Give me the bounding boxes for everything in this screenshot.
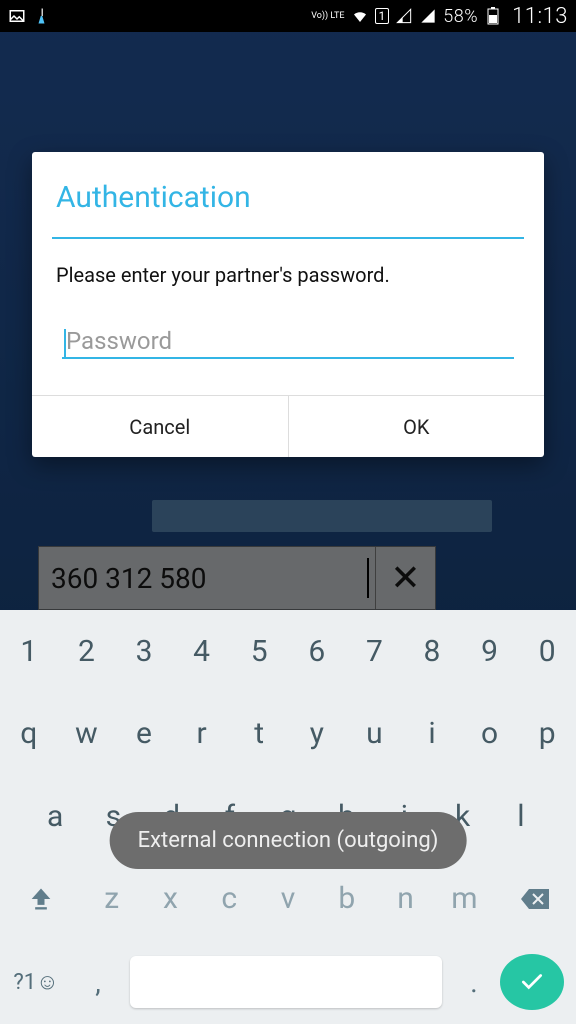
signal-2-icon	[419, 7, 437, 25]
symbols-key[interactable]: ?1☺	[0, 969, 72, 995]
key-e[interactable]: e	[115, 716, 173, 751]
key-a[interactable]: a	[26, 799, 84, 834]
signal-1-icon	[395, 7, 413, 25]
space-key[interactable]	[130, 956, 442, 1008]
key-q[interactable]: q	[0, 716, 58, 751]
key-9[interactable]: 9	[461, 634, 519, 669]
key-o[interactable]: o	[461, 716, 519, 751]
key-6[interactable]: 6	[288, 634, 346, 669]
key-r[interactable]: r	[173, 716, 231, 751]
key-b[interactable]: b	[317, 881, 376, 916]
period-key[interactable]: .	[448, 966, 500, 999]
key-4[interactable]: 4	[173, 634, 231, 669]
authentication-dialog: Authentication Please enter your partner…	[32, 152, 544, 457]
shift-key[interactable]	[0, 885, 82, 913]
key-p[interactable]: p	[518, 716, 576, 751]
key-8[interactable]: 8	[403, 634, 461, 669]
clock: 11:13	[512, 4, 568, 29]
key-y[interactable]: y	[288, 716, 346, 751]
ok-button[interactable]: OK	[288, 396, 545, 457]
key-i[interactable]: i	[403, 716, 461, 751]
password-input[interactable]: Password	[62, 325, 514, 359]
status-bar: Vo)) LTE 1 58% 11:13	[0, 0, 576, 32]
cleaner-icon	[34, 7, 52, 25]
key-3[interactable]: 3	[115, 634, 173, 669]
key-m[interactable]: m	[435, 881, 494, 916]
key-l[interactable]: l	[492, 799, 550, 834]
dialog-message: Please enter your partner's password.	[56, 263, 520, 287]
comma-key[interactable]: ,	[72, 966, 124, 999]
key-w[interactable]: w	[58, 716, 116, 751]
key-5[interactable]: 5	[230, 634, 288, 669]
keyboard-row-qwerty: q w e r t y u i o p	[0, 693, 576, 776]
keyboard-row-bottom: ?1☺ , .	[0, 940, 576, 1024]
volte-icon: Vo)) LTE	[311, 12, 344, 21]
battery-percent: 58%	[443, 6, 478, 27]
enter-key[interactable]	[500, 954, 564, 1010]
picture-icon	[8, 7, 26, 25]
dialog-title: Authentication	[32, 152, 544, 237]
keyboard: 1 2 3 4 5 6 7 8 9 0 q w e r t y u i o p …	[0, 610, 576, 1024]
sim-icon: 1	[375, 8, 390, 24]
keyboard-row-numbers: 1 2 3 4 5 6 7 8 9 0	[0, 610, 576, 693]
key-z[interactable]: z	[82, 881, 141, 916]
cancel-button[interactable]: Cancel	[32, 396, 288, 457]
key-7[interactable]: 7	[346, 634, 404, 669]
key-u[interactable]: u	[346, 716, 404, 751]
key-x[interactable]: x	[141, 881, 200, 916]
key-c[interactable]: c	[200, 881, 259, 916]
key-1[interactable]: 1	[0, 634, 58, 669]
dialog-divider	[52, 237, 524, 239]
backspace-key[interactable]	[494, 887, 576, 911]
toast-message: External connection (outgoing)	[110, 812, 467, 869]
wifi-icon	[351, 7, 369, 25]
key-2[interactable]: 2	[58, 634, 116, 669]
key-n[interactable]: n	[376, 881, 435, 916]
keyboard-row-zxcv: z x c v b n m	[0, 858, 576, 941]
key-v[interactable]: v	[259, 881, 318, 916]
battery-icon	[484, 7, 502, 25]
key-0[interactable]: 0	[518, 634, 576, 669]
key-t[interactable]: t	[230, 716, 288, 751]
password-placeholder: Password	[66, 327, 172, 355]
